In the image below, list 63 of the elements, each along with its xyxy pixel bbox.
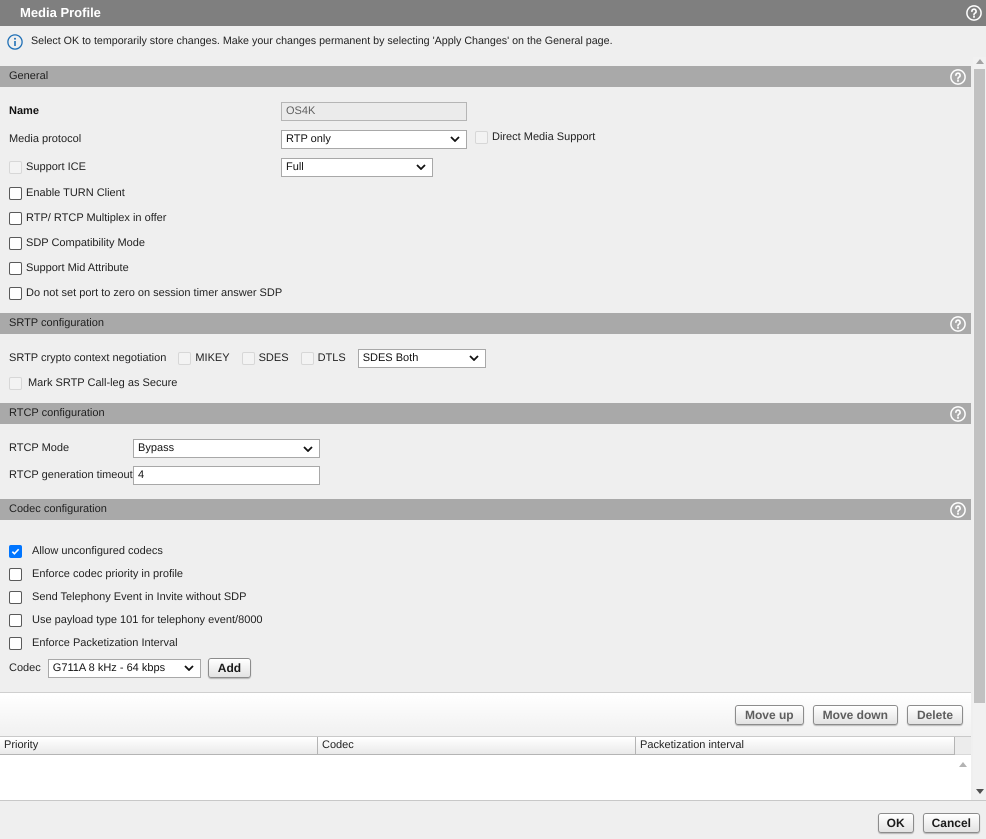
- input-field: OS4K: [281, 102, 467, 120]
- field-label: Name: [9, 104, 40, 119]
- checkbox-label: Support ICE: [26, 160, 86, 175]
- checkbox-label: Enforce Packetization Interval: [32, 636, 178, 652]
- chevron-down-icon: [303, 446, 313, 452]
- field-label: Media protocol: [9, 132, 82, 147]
- checkbox-label: Do not set port to zero on session timer answer SDP: [26, 286, 282, 302]
- dropdown[interactable]: G711A 8 kHz - 64 kbps: [48, 658, 201, 678]
- chevron-down-icon: [416, 164, 426, 170]
- chevron-down-icon: [450, 136, 460, 142]
- add-button[interactable]: Add: [208, 658, 252, 678]
- checkbox-label: Enforce codec priority in profile: [32, 567, 184, 582]
- section-title: General: [9, 69, 48, 84]
- delete-button: Delete: [906, 704, 963, 724]
- dropdown[interactable]: SDES Both: [358, 348, 486, 368]
- checkbox[interactable]: [9, 637, 22, 650]
- checkbox-label: Enable TURN Client: [26, 186, 125, 202]
- field-label: RTCP generation timeout: [9, 468, 133, 484]
- info-message: Select OK to temporarily store changes. Make your changes permanent by selecting 'Apply Changes' on the General page.: [31, 34, 613, 50]
- dropdown[interactable]: Bypass: [133, 439, 320, 458]
- chevron-down-icon: [468, 355, 479, 361]
- checkbox-label: Mark SRTP Call-leg as Secure: [28, 376, 178, 391]
- checkbox[interactable]: [9, 568, 22, 581]
- checkbox[interactable]: [9, 287, 22, 300]
- help-icon[interactable]: [966, 5, 982, 21]
- column-header: Priority: [0, 737, 318, 755]
- ok-button[interactable]: OK: [878, 813, 914, 833]
- move-up-button: Move up: [734, 704, 804, 724]
- info-icon: [7, 34, 23, 50]
- checkbox-label: RTP/ RTCP Multiplex in offer: [26, 211, 166, 226]
- chevron-down-icon: [184, 665, 194, 671]
- column-header: Codec: [318, 737, 636, 755]
- checkbox-label: SDP Compatibility Mode: [26, 236, 146, 252]
- checkbox-label: Use payload type 101 for telephony event/8000: [32, 613, 263, 628]
- checkbox-label: DTLS: [318, 350, 346, 366]
- checkbox[interactable]: [9, 237, 22, 250]
- checkbox-label: Send Telephony Event in Invite without SDP: [32, 590, 246, 606]
- section-title: Codec configuration: [9, 502, 107, 518]
- checkbox[interactable]: [9, 614, 22, 627]
- cancel-button[interactable]: Cancel: [922, 813, 980, 833]
- scrollbar-thumb[interactable]: [974, 69, 985, 703]
- checkbox[interactable]: [9, 187, 22, 200]
- field-label: RTCP Mode: [9, 441, 70, 456]
- checkbox-label: MIKEY: [195, 350, 230, 366]
- checkbox-label: Direct Media Support: [492, 130, 596, 145]
- checkbox[interactable]: [9, 545, 22, 558]
- input-field[interactable]: 4: [133, 466, 320, 485]
- checkbox-label: Support Mid Attribute: [26, 261, 129, 276]
- checkbox[interactable]: [9, 591, 22, 604]
- checkbox[interactable]: [9, 262, 22, 275]
- dropdown[interactable]: RTP only: [281, 130, 467, 148]
- section-title: RTCP configuration: [9, 406, 105, 422]
- checkbox-label: Allow unconfigured codecs: [32, 544, 163, 560]
- move-down-button: Move down: [812, 704, 898, 724]
- section-title: SRTP configuration: [9, 316, 104, 332]
- field-label: Codec: [9, 660, 41, 676]
- column-header: Packetization interval: [636, 737, 955, 755]
- field-label: SRTP crypto context negotiation: [9, 350, 166, 366]
- scroll-down-arrow-icon[interactable]: [976, 789, 984, 794]
- checkbox-label: SDES: [258, 350, 289, 366]
- checkbox[interactable]: [9, 212, 22, 225]
- window-title: Media Profile: [20, 4, 101, 22]
- header-filler: [955, 737, 971, 755]
